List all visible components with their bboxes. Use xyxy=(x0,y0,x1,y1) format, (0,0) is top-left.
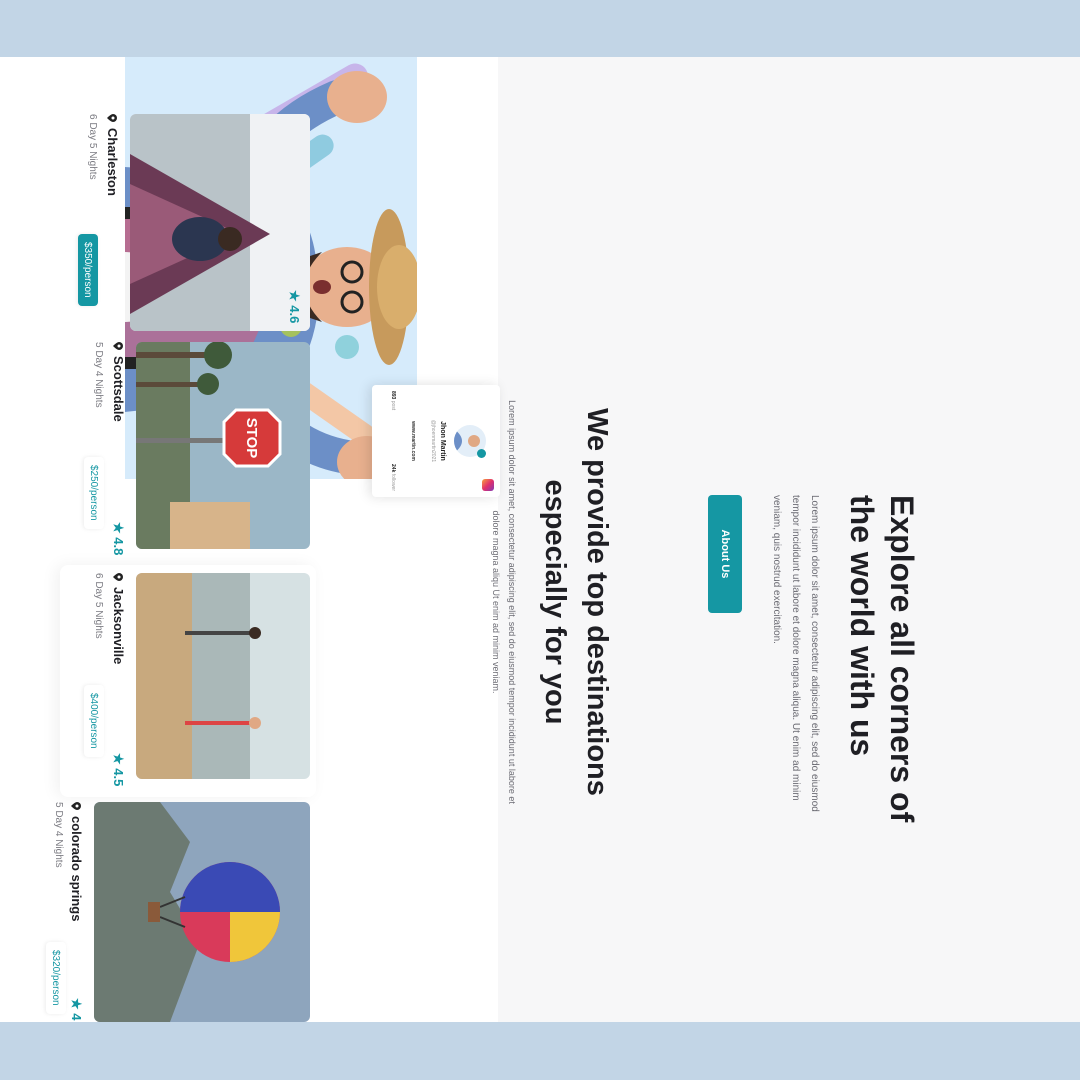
destination-name: colorado springs xyxy=(69,802,84,921)
destination-price[interactable]: $350/person xyxy=(78,234,98,306)
destination-photo xyxy=(94,802,310,1022)
destination-price[interactable]: $320/person xyxy=(46,942,66,1014)
destination-name-text: Scottsdale xyxy=(111,356,126,422)
destination-rating: ★ 4.6 xyxy=(286,290,302,323)
destination-photo xyxy=(136,573,310,779)
destination-duration: 5 Day 4 Nights xyxy=(93,342,104,408)
location-pin-icon xyxy=(71,802,82,810)
destination-duration: 6 Day 5 Nights xyxy=(93,573,104,639)
page-content: Explore all corners of the world with us… xyxy=(0,57,1080,1022)
location-pin-icon xyxy=(113,573,124,581)
rating-value: 4 xyxy=(69,1013,84,1021)
profile-card[interactable]: Jhon Martin @jhoenmartin2021 www.martin.… xyxy=(372,385,500,497)
destination-name: Jacksonville xyxy=(111,573,126,664)
posts-value: 893 xyxy=(390,391,396,400)
svg-text:STOP: STOP xyxy=(243,418,260,459)
profile-stats: 893 post 24k follower xyxy=(390,391,396,491)
destination-name: Charleston xyxy=(105,114,120,196)
destination-duration: 5 Day 4 Nights xyxy=(53,802,64,868)
hero-description: Lorem ipsum dolor sit amet, consectetur … xyxy=(771,495,820,812)
destination-card-charleston[interactable]: Charleston 6 Day 5 Nights ★ 4.6 $350/per… xyxy=(70,114,310,346)
profile-website[interactable]: www.martin.com xyxy=(410,385,416,497)
rating-value: 4.6 xyxy=(287,305,302,324)
profile-name: Jhon Martin xyxy=(439,421,446,461)
star-icon: ★ xyxy=(111,522,126,534)
destination-photo: STOP xyxy=(136,342,310,549)
destination-name-text: Charleston xyxy=(105,128,120,196)
followers-stat: 24k follower xyxy=(390,464,396,491)
location-pin-icon xyxy=(107,114,118,122)
star-icon: ★ xyxy=(69,998,84,1010)
rating-value: 4.8 xyxy=(111,537,126,556)
destination-card-jacksonville[interactable]: Jacksonville 6 Day 5 Nights ★ 4.5 $400/p… xyxy=(60,565,316,797)
about-us-button[interactable]: About Us xyxy=(708,495,742,613)
rating-value: 4.5 xyxy=(111,768,126,787)
destination-rating: ★ 4.8 xyxy=(110,522,126,555)
destination-price[interactable]: $400/person xyxy=(84,685,104,757)
hero-title: Explore all corners of the world with us xyxy=(844,495,920,823)
profile-handle: @jhoenmartin2021 xyxy=(430,419,436,463)
destination-duration: 6 Day 5 Nights xyxy=(87,114,98,180)
followers-label: follower xyxy=(390,473,396,491)
destination-rating: ★ 4 xyxy=(68,998,84,1021)
star-icon: ★ xyxy=(287,290,302,302)
destination-card-colorado-springs[interactable]: colorado springs 5 Day 4 Nights ★ 4 $320… xyxy=(46,802,310,1022)
destination-card-scottsdale[interactable]: STOP Scottsdale 5 Day 4 Nights ★ 4.8 $25… xyxy=(70,342,310,574)
posts-stat: 893 post xyxy=(390,391,396,410)
location-pin-icon xyxy=(113,342,124,350)
verified-icon xyxy=(477,449,486,458)
page-board: Explore all corners of the world with us… xyxy=(0,57,1080,1022)
destinations-description: Lorem ipsum dolor sit amet, consectetur … xyxy=(491,400,517,804)
star-icon: ★ xyxy=(111,753,126,765)
followers-value: 24k xyxy=(390,464,396,473)
destination-name-text: colorado springs xyxy=(69,816,84,922)
destination-price[interactable]: $250/person xyxy=(84,457,104,529)
destination-name: Scottsdale xyxy=(111,342,126,422)
destination-photo xyxy=(130,114,310,331)
destinations-title: We provide top destinations especially f… xyxy=(539,408,613,796)
destination-rating: ★ 4.5 xyxy=(110,753,126,786)
posts-label: post xyxy=(390,400,396,411)
destination-name-text: Jacksonville xyxy=(111,587,126,665)
